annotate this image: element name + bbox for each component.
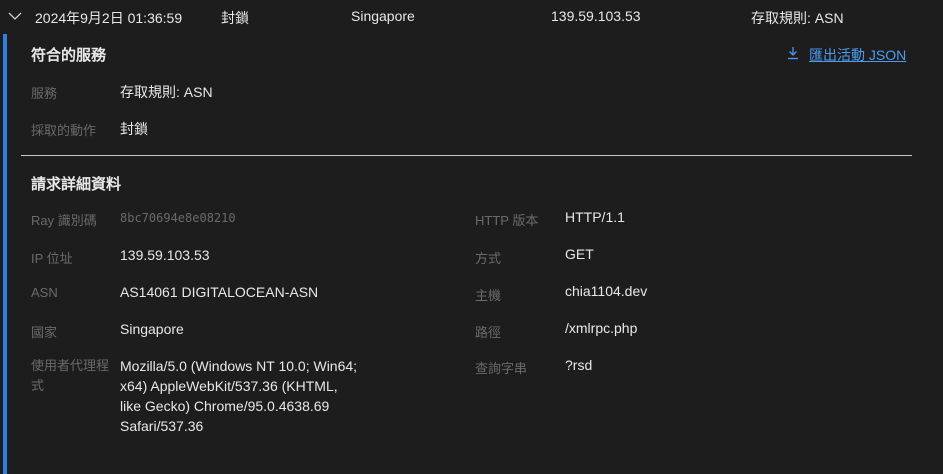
chevron-down-icon[interactable] — [8, 9, 22, 23]
event-country: Singapore — [351, 8, 415, 24]
service-value: 存取規則: ASN — [120, 84, 213, 100]
query-string-label: 查詢字串 — [475, 361, 528, 376]
action-value: 封鎖 — [120, 121, 148, 137]
download-icon — [788, 47, 798, 60]
section-divider — [21, 155, 912, 156]
event-details-panel: 符合的服務 匯出活動 JSON 服務 存取規則: ASN 採取的動作 封鎖 請求… — [0, 34, 943, 474]
service-label: 服務 — [31, 86, 58, 101]
method-value: GET — [565, 246, 594, 262]
ip-value: 139.59.103.53 — [120, 247, 210, 263]
path-label: 路徑 — [475, 325, 502, 340]
ray-id-label: Ray 識別碼 — [31, 213, 97, 228]
event-row[interactable]: 2024年9月2日 01:36:59 封鎖 Singapore 139.59.1… — [0, 0, 943, 34]
asn-value: AS14061 DIGITALOCEAN-ASN — [120, 284, 319, 300]
export-json-label[interactable]: 匯出活動 JSON — [809, 45, 906, 65]
method-label: 方式 — [475, 251, 502, 266]
user-agent-value: Mozilla/5.0 (Windows NT 10.0; Win64; x64… — [120, 358, 358, 434]
ray-id-value: 8bc70694e8e08210 — [120, 211, 236, 225]
host-label: 主機 — [475, 288, 502, 303]
country-value: Singapore — [120, 321, 184, 337]
event-timestamp: 2024年9月2日 01:36:59 — [35, 10, 183, 26]
event-action: 封鎖 — [221, 10, 249, 26]
asn-label: ASN — [31, 285, 58, 300]
path-value: /xmlrpc.php — [565, 320, 638, 336]
user-agent-label: 使用者代理程式 — [31, 358, 110, 393]
event-service: 存取規則: ASN — [751, 10, 844, 26]
country-label: 國家 — [31, 325, 58, 340]
ip-label: IP 位址 — [31, 251, 73, 266]
request-details-title: 請求詳細資料 — [31, 176, 122, 193]
host-value: chia1104.dev — [565, 283, 648, 299]
accent-bar — [3, 34, 7, 474]
query-string-value: ?rsd — [565, 357, 593, 373]
http-version-value: HTTP/1.1 — [565, 209, 625, 225]
action-label: 採取的動作 — [31, 123, 97, 138]
http-version-label: HTTP 版本 — [475, 213, 539, 228]
event-ip: 139.59.103.53 — [551, 8, 641, 24]
matched-service-title: 符合的服務 — [31, 47, 107, 64]
